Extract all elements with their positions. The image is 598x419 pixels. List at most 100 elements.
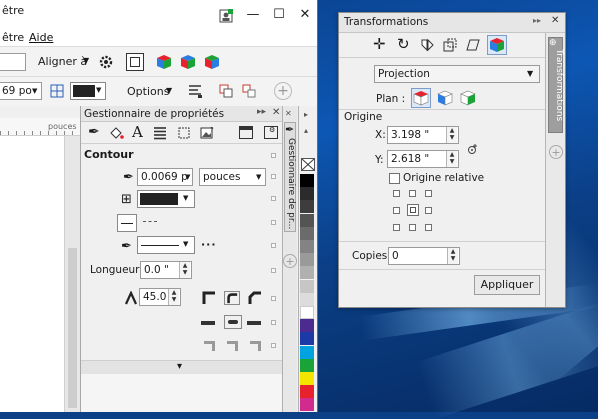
color-swatch[interactable] [300,292,314,306]
color-swatch[interactable] [300,253,314,267]
plane-front-icon[interactable] [411,88,431,108]
frame-tab-icon[interactable] [176,125,192,141]
color-swatch[interactable] [300,200,314,214]
line-style-button[interactable] [117,214,137,232]
vertical-scrollbar[interactable] [64,136,80,412]
cap-square-icon[interactable] [247,321,261,325]
cap-round-icon[interactable] [224,315,242,329]
grid-icon[interactable] [48,82,66,100]
x-input[interactable]: 3.198 " ▲ ▼ [387,126,459,144]
copies-input[interactable]: 0 ▲ ▼ [388,247,460,265]
units-arrow[interactable]: ▼ [256,169,261,185]
color-swatch[interactable] [300,187,314,201]
toolbar-combo[interactable] [0,53,26,71]
settings-tab-icon[interactable]: ⚙ [264,126,278,139]
anchor-bottom-right[interactable] [425,224,432,231]
caps-row-checkbox[interactable] [271,320,276,325]
y-input[interactable]: 2.618 " ▲ ▼ [387,150,459,168]
move-mode-icon[interactable]: ✛ [373,35,386,53]
units-dropdown[interactable]: pouces ▼ [199,168,266,186]
line-type-dropdown[interactable]: ▼ [137,236,195,254]
projection-dropdown[interactable]: Projection ▼ [374,65,540,83]
projection-dropdown-arrow[interactable]: ▼ [527,66,533,82]
expand-section-bar[interactable]: ▾ [81,360,283,374]
frame-icon[interactable] [126,53,144,71]
color-swatch[interactable] [300,226,314,240]
profile-icon[interactable] [218,8,234,24]
palette-up-icon[interactable]: ▴ [304,126,308,135]
plane-top-icon[interactable] [458,88,478,108]
cube-blue-icon[interactable] [179,53,197,71]
dialog-collapse-icon[interactable]: ▸▸ [533,16,541,25]
page-tab-icon[interactable] [239,126,253,139]
miter-spinner[interactable]: ▲ ▼ [168,289,179,305]
image-tab-icon[interactable]: ? [199,125,215,141]
no-color-swatch[interactable] [301,158,315,171]
color-row-checkbox[interactable] [271,196,276,201]
align-to-label[interactable]: Aligner à [38,55,87,68]
anchor-top-right[interactable] [425,190,432,197]
scale-mode-icon[interactable] [442,37,458,53]
panel-collapse-icon[interactable]: ▸▸ [257,107,266,117]
minimize-button[interactable]: — [244,7,262,23]
expand-arrow-icon[interactable]: ▾ [177,361,182,372]
maximize-button[interactable]: ☐ [270,7,288,23]
relative-origin-checkbox[interactable] [389,173,400,184]
color-swatch[interactable] [300,319,314,333]
anchor-bottom-center[interactable] [409,224,416,231]
x-spinner[interactable]: ▲ ▼ [446,127,457,143]
docker-collapse-icon[interactable]: ✕ [285,109,292,118]
color-swatch[interactable] [300,266,314,280]
dialog-close-icon[interactable]: ✕ [551,15,559,26]
options-dropdown-arrow[interactable]: ▼ [166,86,172,95]
length-spinner[interactable]: ▲ ▼ [179,262,190,278]
corner-bevel-icon[interactable] [247,291,263,305]
anchor-middle-right[interactable] [425,207,432,214]
position-outside-icon[interactable] [204,341,215,351]
color-dropdown[interactable]: ▼ [70,82,106,100]
pen-tab-icon[interactable]: ✒ [88,124,100,140]
color-swatch[interactable] [300,385,314,399]
y-spinner[interactable]: ▲ ▼ [446,151,457,167]
color-swatch[interactable] [300,332,314,346]
mirror-mode-icon[interactable] [419,37,435,53]
width-arrow[interactable]: ▼ [185,173,190,181]
text-tab-icon[interactable]: A [132,123,143,141]
color-swatch[interactable] [300,372,314,385]
add-icon[interactable]: + [274,82,292,100]
projection-mode-icon[interactable] [487,35,507,55]
side-tab-transformations[interactable]: ⊕ Transformations [548,37,564,133]
position-inside-icon[interactable] [250,341,261,351]
apply-button[interactable]: Appliquer [474,275,540,295]
options-label[interactable]: Options [127,85,169,98]
align-dropdown-arrow[interactable]: ▼ [83,56,89,65]
clone-icon[interactable] [240,82,258,100]
palette-arrow-icon[interactable]: ▸ [304,110,308,119]
copy-properties-icon[interactable] [217,82,235,100]
panel-close-icon[interactable]: ✕ [272,107,280,118]
color-swatch[interactable] [300,213,314,227]
paragraph-tab-icon[interactable] [152,125,168,141]
width-dropdown-arrow[interactable]: ▼ [32,87,37,95]
menu-window[interactable]: être [2,31,24,44]
cap-butt-icon[interactable] [201,321,215,325]
length-input[interactable]: 0.0 " ▲ ▼ [140,261,192,279]
outline-color-dropdown[interactable]: ▼ [137,190,195,208]
anchor-center[interactable] [407,204,419,216]
anchor-bottom-left[interactable] [393,224,400,231]
more-options-icon[interactable]: ··· [201,238,217,251]
dash-style-icon[interactable] [143,221,157,222]
corner-miter-icon[interactable] [201,291,217,305]
anchor-top-left[interactable] [393,190,400,197]
cube-red-icon[interactable] [155,53,173,71]
fill-tab-icon[interactable] [108,125,124,141]
color-swatch[interactable] [300,240,314,253]
position-center-icon[interactable] [227,341,238,351]
scrollbar-thumb[interactable] [68,248,77,408]
anchor-middle-left[interactable] [393,207,400,214]
docker-tab-properties[interactable]: ✒ Gestionnaire de pr... [284,122,296,232]
cube-green-icon[interactable] [203,53,221,71]
arrow-row-checkbox[interactable] [271,243,276,248]
skew-mode-icon[interactable] [465,37,481,53]
width-row-checkbox[interactable] [271,174,276,179]
